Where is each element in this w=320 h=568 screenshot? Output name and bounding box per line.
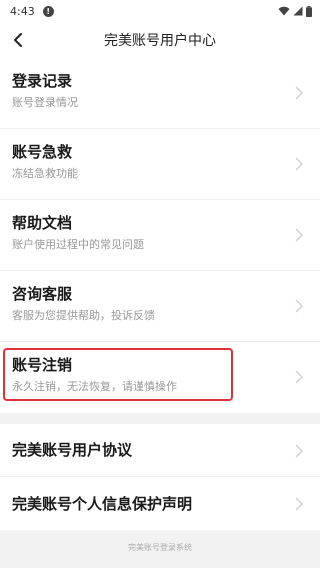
chevron-right-icon [295, 299, 303, 313]
status-icons [278, 5, 312, 17]
chevron-right-icon [295, 370, 303, 384]
back-button[interactable] [6, 28, 30, 52]
link-user-agreement[interactable]: 完美账号用户协议 [0, 424, 320, 477]
agreement-list: 完美账号用户协议 完美账号个人信息保护声明 [0, 424, 320, 530]
menu-item-subtitle: 账号登录情况 [12, 96, 78, 109]
page-title: 完美账号用户中心 [104, 33, 216, 49]
chevron-right-icon [295, 444, 303, 458]
chevron-right-icon [295, 228, 303, 242]
footer-text: 完美账号登录系统 [128, 543, 192, 552]
menu-item-subtitle: 账户使用过程中的常见问题 [12, 238, 144, 251]
menu-item-login-records[interactable]: 登录记录 账号登录情况 [0, 58, 320, 129]
link-privacy-statement[interactable]: 完美账号个人信息保护声明 [0, 477, 320, 530]
battery-icon [306, 5, 312, 17]
menu-item-title: 账号急救 [12, 143, 73, 161]
signal-icon [293, 6, 303, 16]
menu-item-subtitle: 客服为您提供帮助，投诉反馈 [12, 309, 155, 322]
status-bar: 4:43 ! [0, 0, 320, 22]
menu-item-title: 账号注销 [12, 356, 73, 374]
link-title: 完美账号个人信息保护声明 [12, 494, 193, 513]
wifi-icon [278, 6, 290, 16]
menu-item-title: 帮助文档 [12, 214, 73, 232]
link-title: 完美账号用户协议 [12, 441, 133, 459]
alert-icon: ! [42, 5, 54, 17]
chevron-left-icon [14, 33, 22, 47]
menu-item-account-rescue[interactable]: 账号急救 冻结急救功能 [0, 129, 320, 200]
status-time: 4:43 [10, 4, 35, 18]
chevron-right-icon [295, 497, 303, 511]
menu-item-subtitle: 永久注销，无法恢复，请谨慎操作 [12, 380, 177, 393]
menu-item-title: 咨询客服 [12, 285, 73, 303]
menu-item-customer-service[interactable]: 咨询客服 客服为您提供帮助，投诉反馈 [0, 271, 320, 342]
menu-item-help-docs[interactable]: 帮助文档 账户使用过程中的常见问题 [0, 200, 320, 271]
nav-bar: 完美账号用户中心 [0, 22, 320, 58]
menu-item-title: 登录记录 [12, 72, 73, 90]
menu-item-subtitle: 冻结急救功能 [12, 167, 78, 180]
chevron-right-icon [295, 86, 303, 100]
menu-list: 登录记录 账号登录情况 账号急救 冻结急救功能 帮助文档 账户使用过程中的常见问… [0, 58, 320, 413]
chevron-right-icon [295, 157, 303, 171]
menu-item-account-cancel[interactable]: 账号注销 永久注销，无法恢复，请谨慎操作 [0, 342, 320, 413]
